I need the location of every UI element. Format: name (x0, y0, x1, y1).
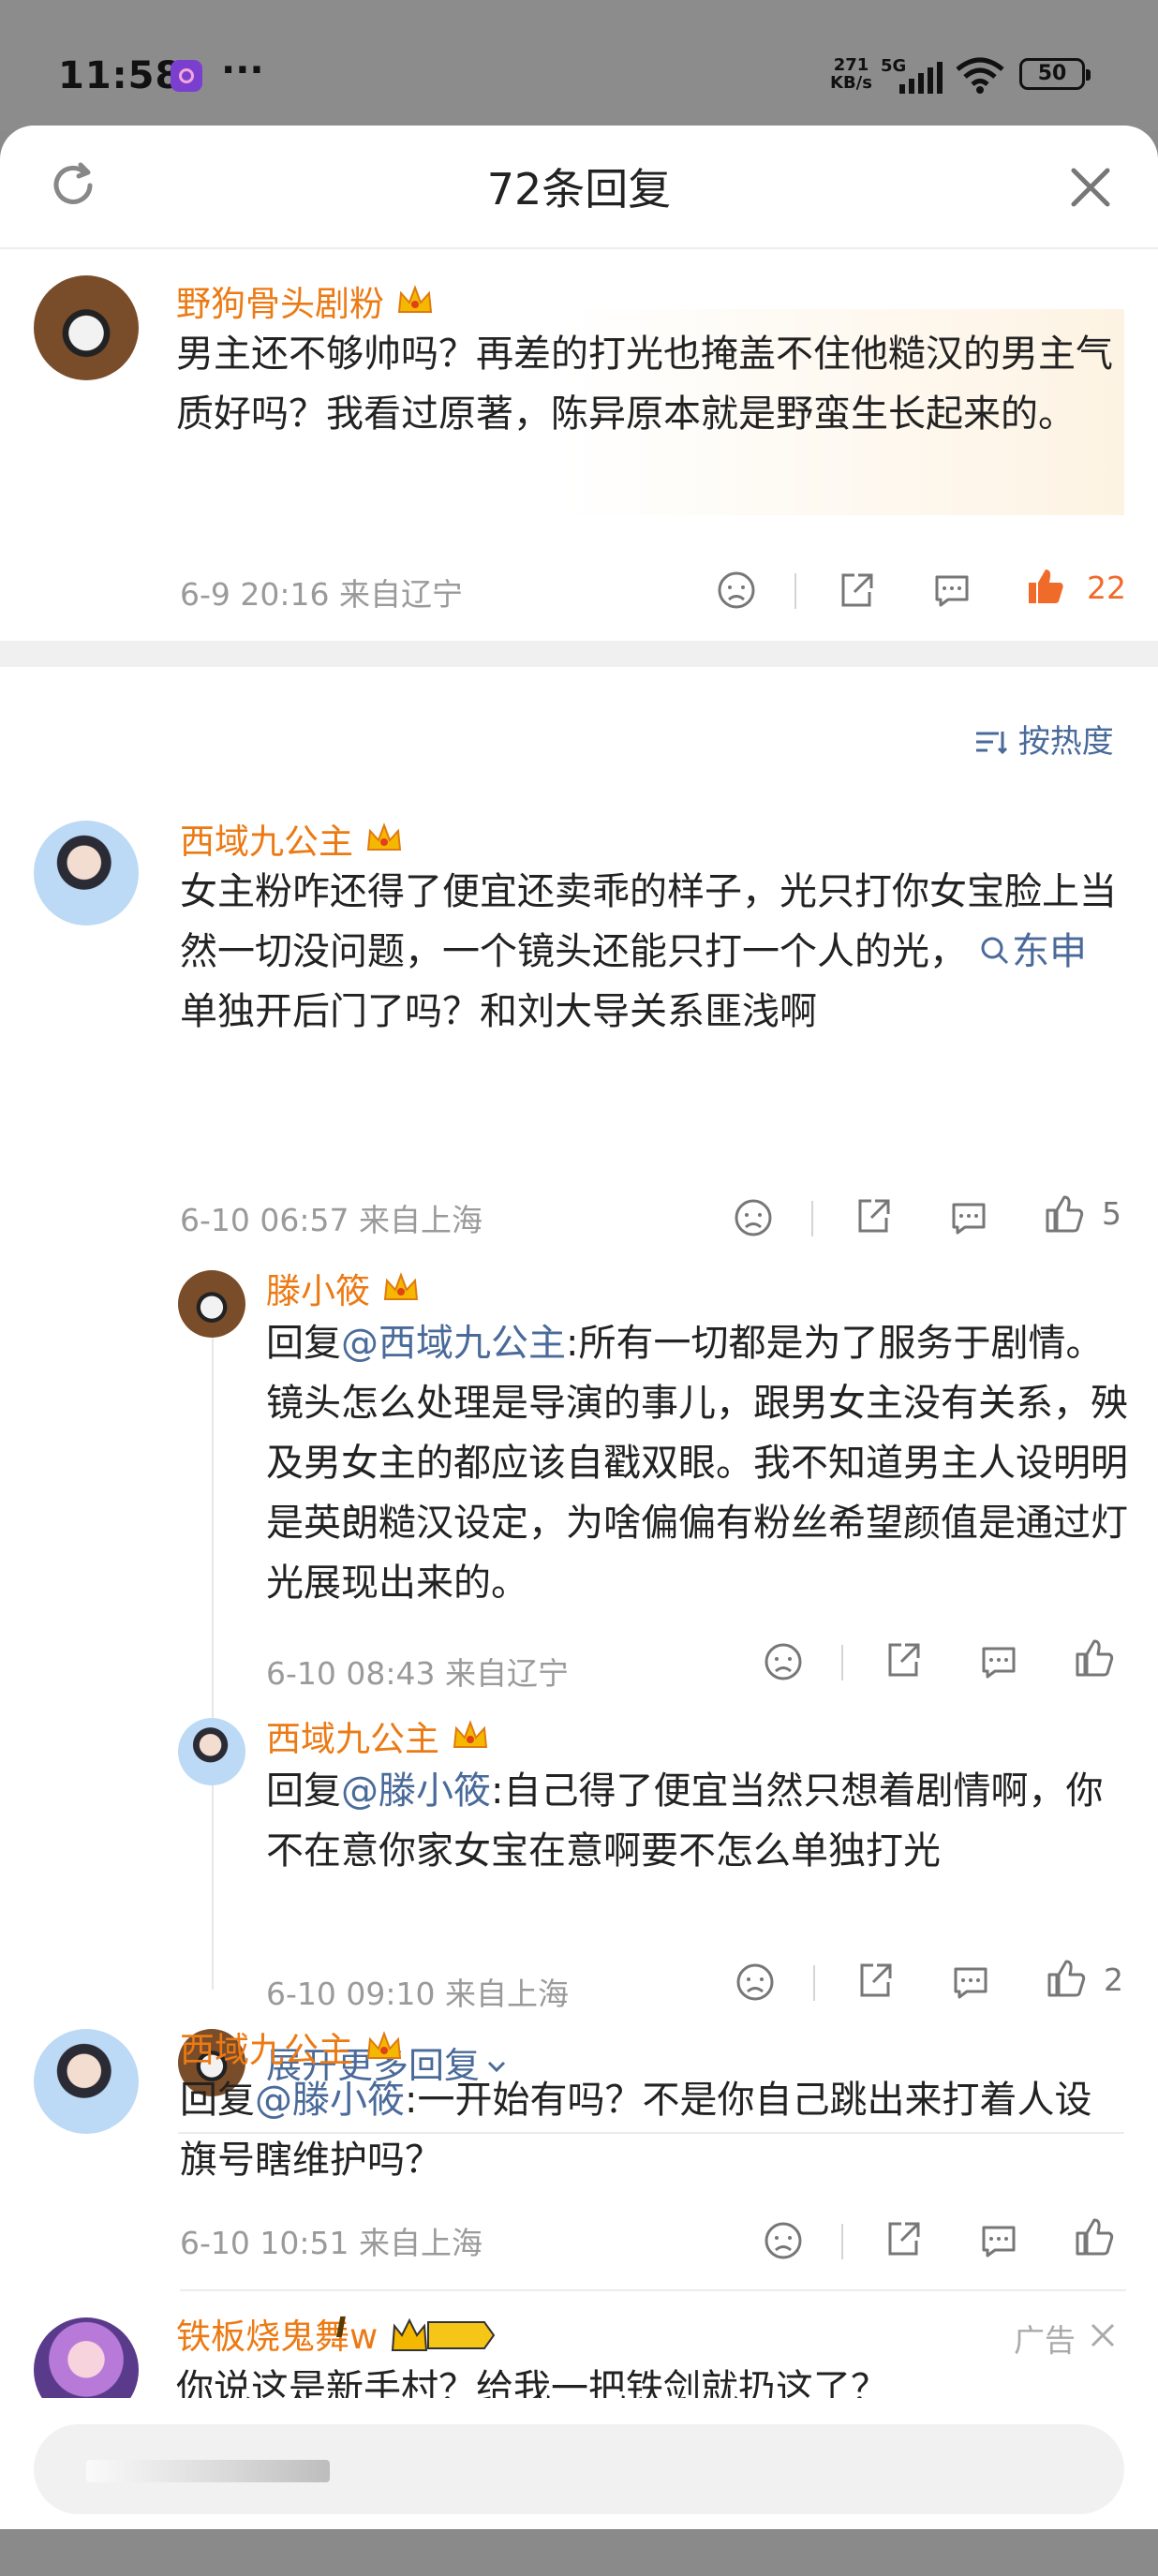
share-icon[interactable] (883, 2218, 924, 2259)
crown-icon (366, 822, 402, 851)
like-icon[interactable] (1025, 566, 1066, 607)
like-icon[interactable] (1046, 1958, 1087, 1999)
comment-text: 女主粉咋还得了便宜还卖乖的样子，光只打你女宝脸上当然一切没问题，一个镜头还能只打… (180, 870, 1117, 1033)
comment-icon[interactable] (978, 2220, 1019, 2261)
mention-link[interactable]: @西域九公主 (341, 1322, 566, 1365)
vip-badge-icon (392, 2317, 496, 2351)
wifi-icon (956, 57, 1004, 94)
net-speed: 271 KB/s (830, 55, 872, 93)
mention-link[interactable]: @滕小筱 (255, 2079, 405, 2122)
dislike-icon[interactable] (733, 1197, 774, 1238)
mention-link[interactable]: @滕小筱 (341, 1769, 491, 1813)
comment-icon[interactable] (950, 1962, 991, 2003)
action-divider (811, 1201, 813, 1236)
dislike-icon[interactable] (763, 1641, 804, 1682)
crown-icon (453, 1720, 488, 1748)
search-icon (981, 937, 1009, 965)
comment-username[interactable]: 西域九公主 (180, 813, 404, 864)
thread-line (212, 1334, 214, 1990)
comment-icon[interactable] (931, 570, 972, 611)
comment-text: 回复@滕小筱:一开始有吗？不是你自己跳出来打着人设旗号瞎维护吗？ (180, 2079, 1092, 2182)
action-divider (794, 573, 796, 609)
like-icon[interactable] (1074, 1637, 1115, 1679)
share-icon[interactable] (854, 1960, 896, 2001)
divider (180, 2289, 1126, 2291)
dislike-icon[interactable] (716, 570, 757, 611)
reply-input[interactable] (34, 2424, 1124, 2514)
avatar[interactable] (34, 821, 139, 925)
sort-label: 按热度 (1017, 723, 1114, 761)
avatar[interactable] (34, 275, 139, 380)
avatar[interactable] (178, 1270, 245, 1338)
level-badge: I (335, 2312, 347, 2345)
crown-icon (397, 285, 433, 313)
topic-link[interactable]: 东申 (967, 930, 1087, 973)
signal-icon (899, 62, 943, 94)
reply-username[interactable]: 滕小筱 (266, 1263, 421, 1313)
like-icon[interactable] (1044, 1193, 1085, 1235)
comment-username[interactable]: 野狗骨头剧粉 (176, 275, 435, 326)
reply-username[interactable]: 西域九公主 (266, 1710, 490, 1761)
more-notifications-icon: ··· (221, 49, 264, 92)
status-time: 11:58 (58, 54, 183, 97)
close-icon[interactable] (1064, 161, 1117, 214)
comment-meta: 6-10 10:51 来自上海 (180, 2225, 482, 2261)
comment-meta: 6-10 06:57 来自上海 (180, 1202, 482, 1238)
action-divider (813, 1965, 815, 2001)
close-icon[interactable] (1087, 2319, 1119, 2351)
avatar[interactable] (178, 1718, 245, 1785)
like-count: 5 (1102, 1195, 1121, 1232)
dislike-icon[interactable] (763, 2220, 804, 2261)
reply-text: 回复@滕小筱:自己得了便宜当然只想着剧情啊，你不在意你家女宝在意啊要不怎么单独打… (266, 1769, 1104, 1873)
input-placeholder-blur (86, 2460, 330, 2482)
comment-icon[interactable] (978, 1641, 1019, 1682)
comment-text: 男主还不够帅吗？再差的打光也掩盖不住他糙汉的男主气质好吗？我看过原著，陈异原本就… (176, 333, 1113, 436)
comment-icon[interactable] (948, 1197, 989, 1238)
share-icon[interactable] (836, 570, 877, 611)
reply-meta: 6-10 08:43 来自辽宁 (266, 1655, 569, 1692)
like-count: 22 (1087, 570, 1126, 606)
crown-icon (366, 2031, 402, 2059)
reply-text: 回复@西域九公主:所有一切都是为了服务于剧情。镜头怎么处理是导演的事儿，跟男女主… (266, 1322, 1128, 1605)
page-title: 72条回复 (486, 164, 672, 215)
action-divider (841, 2224, 843, 2259)
dislike-icon[interactable] (735, 1962, 776, 2003)
status-bar: 11:58 ··· 271 KB/s 5G 50 (0, 0, 1158, 131)
like-icon[interactable] (1074, 2216, 1115, 2258)
sort-icon (976, 732, 1008, 755)
crown-icon (383, 1272, 419, 1300)
share-icon[interactable] (853, 1195, 894, 1236)
system-nav-bar (0, 2529, 1158, 2576)
comment-username[interactable]: 西域九公主 (180, 2021, 404, 2072)
action-divider (841, 1645, 843, 1680)
section-divider (0, 641, 1158, 667)
battery-indicator: 50 (1019, 58, 1091, 90)
comment-meta: 6-9 20:16 来自辽宁 (180, 576, 463, 613)
app-notification-icon (171, 60, 202, 92)
sort-toggle[interactable]: 按热度 (974, 716, 1114, 762)
sheet-header: 72条回复 (0, 126, 1158, 249)
replies-sheet: 72条回复 野狗骨头剧粉 男主还不够帅吗？再差的打光也掩盖不住他糙汉的男主气质好… (0, 126, 1158, 2467)
reply-meta: 6-10 09:10 来自上海 (266, 1976, 569, 2012)
ad-label: 广告 (1014, 2322, 1076, 2359)
avatar[interactable] (34, 2029, 139, 2134)
share-icon[interactable] (883, 1639, 924, 1680)
like-count: 2 (1104, 1962, 1123, 1998)
